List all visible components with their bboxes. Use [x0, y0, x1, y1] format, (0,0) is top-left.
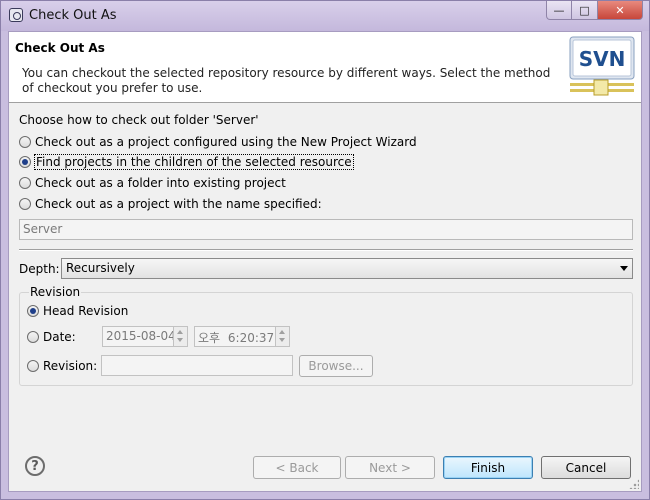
next-button[interactable]: Next > — [345, 456, 435, 479]
revision-label: Revision: — [43, 359, 98, 373]
option-new-project-wizard[interactable]: Check out as a project configured using … — [19, 134, 417, 150]
time-value: 오후 6:20:37 — [198, 331, 275, 345]
svn-logo-icon: SVN — [569, 36, 635, 96]
radio-new-project-wizard[interactable] — [19, 136, 31, 148]
option-label: Check out as a project with the name spe… — [35, 197, 322, 211]
window-title: Check Out As — [29, 8, 117, 23]
resize-grip-icon[interactable] — [629, 479, 639, 489]
close-button[interactable]: ✕ — [598, 1, 643, 20]
eclipse-app-icon — [9, 8, 23, 22]
radio-date[interactable] — [27, 331, 39, 343]
radio-project-with-name[interactable] — [19, 198, 31, 210]
browse-button[interactable]: Browse... — [299, 355, 373, 377]
date-label: Date: — [43, 330, 76, 344]
option-revision[interactable]: Revision: — [27, 358, 97, 374]
radio-find-projects[interactable] — [19, 156, 31, 168]
option-label: Check out as a folder into existing proj… — [35, 176, 286, 190]
option-folder-into-project[interactable]: Check out as a folder into existing proj… — [19, 175, 286, 191]
option-project-with-name[interactable]: Check out as a project with the name spe… — [19, 196, 322, 212]
depth-select[interactable]: Recursively — [61, 258, 633, 279]
banner-description: You can checkout the selected repository… — [22, 66, 551, 95]
revision-number-field[interactable] — [101, 355, 293, 376]
check-out-as-window: Check Out As — □ ✕ Check Out As You can … — [0, 0, 650, 500]
depth-value: Recursively — [66, 261, 135, 275]
maximize-button[interactable]: □ — [572, 1, 598, 20]
radio-revision[interactable] — [27, 360, 39, 372]
back-button[interactable]: < Back — [253, 456, 341, 479]
dialog-client-area: Check Out As You can checkout the select… — [8, 31, 642, 492]
checkout-method-prompt: Choose how to check out folder 'Server' — [19, 113, 259, 127]
radio-folder-into-project[interactable] — [19, 177, 31, 189]
finish-button[interactable]: Finish — [443, 456, 533, 479]
help-icon[interactable]: ? — [25, 456, 45, 476]
banner-title: Check Out As — [15, 41, 105, 55]
cancel-button[interactable]: Cancel — [541, 456, 631, 479]
svn-logo-text: SVN — [579, 47, 626, 71]
revision-group-title: Revision — [29, 285, 82, 299]
minimize-button[interactable]: — — [546, 1, 572, 20]
chevron-down-icon — [620, 266, 628, 271]
project-name-field[interactable]: Server — [19, 219, 633, 240]
head-revision-label: Head Revision — [43, 304, 129, 318]
option-date[interactable]: Date: — [27, 329, 76, 345]
date-picker[interactable]: 2015-08-04 — [102, 326, 188, 347]
radio-head-revision[interactable] — [27, 305, 39, 317]
option-label: Check out as a project configured using … — [35, 135, 417, 149]
separator — [19, 249, 633, 251]
revision-group: Revision Head Revision Date: 2015-08-04 … — [19, 285, 633, 386]
date-value: 2015-08-04 — [106, 329, 176, 343]
option-find-projects[interactable]: Find projects in the children of the sel… — [19, 154, 354, 170]
depth-label: Depth: — [19, 262, 60, 276]
title-bar[interactable]: Check Out As — □ ✕ — [1, 1, 649, 31]
option-label: Find projects in the children of the sel… — [34, 154, 354, 170]
window-controls: — □ ✕ — [546, 1, 643, 21]
wizard-banner: Check Out As You can checkout the select… — [9, 32, 641, 103]
time-picker[interactable]: 오후 6:20:37 — [194, 326, 290, 347]
time-spinner-icon[interactable] — [275, 327, 289, 346]
date-spinner-icon[interactable] — [173, 327, 187, 346]
option-head-revision[interactable]: Head Revision — [27, 303, 128, 319]
